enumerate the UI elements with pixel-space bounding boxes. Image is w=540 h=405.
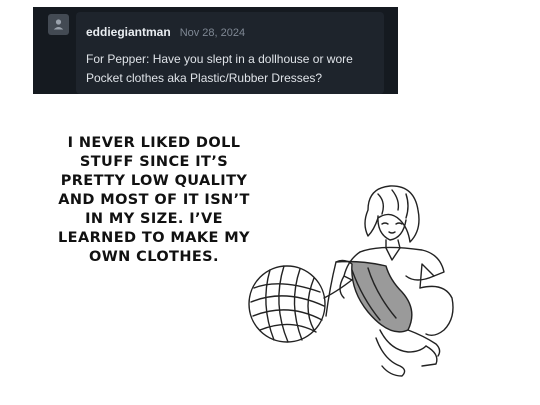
speech-text: I NEVER LIKED DOLL STUFF SINCE IT’S PRET… — [40, 134, 268, 267]
comment-meta: eddiegiantman Nov 28, 2024 — [86, 23, 245, 41]
avatar[interactable] — [48, 14, 69, 35]
comment-body: For Pepper: Have you slept in a dollhous… — [86, 50, 381, 88]
comment-line: Pocket clothes aka Plastic/Rubber Dresse… — [86, 71, 323, 85]
comment-panel: eddiegiantman Nov 28, 2024 For Pepper: Ha… — [33, 7, 398, 94]
speech-line: STUFF SINCE IT’S — [79, 154, 229, 170]
comment-date: Nov 28, 2024 — [179, 27, 246, 39]
speech-line: AND MOST OF IT ISN’T — [58, 192, 250, 208]
speech-line: I NEVER LIKED DOLL — [67, 135, 241, 151]
speech-line: LEARNED TO MAKE MY — [58, 230, 250, 246]
speech-line: OWN CLOTHES. — [89, 249, 219, 265]
comment-username[interactable]: eddiegiantman — [86, 25, 171, 39]
sewing-character-illustration — [248, 185, 454, 377]
yarn-ball — [248, 265, 359, 343]
speech-line: IN MY SIZE. I’VE — [85, 211, 223, 227]
user-icon — [53, 19, 64, 30]
comment-card: eddiegiantman Nov 28, 2024 For Pepper: Ha… — [76, 12, 384, 94]
comment-line: For Pepper: Have you slept in a dollhous… — [86, 52, 353, 66]
speech-line: PRETTY LOW QUALITY — [60, 173, 248, 189]
